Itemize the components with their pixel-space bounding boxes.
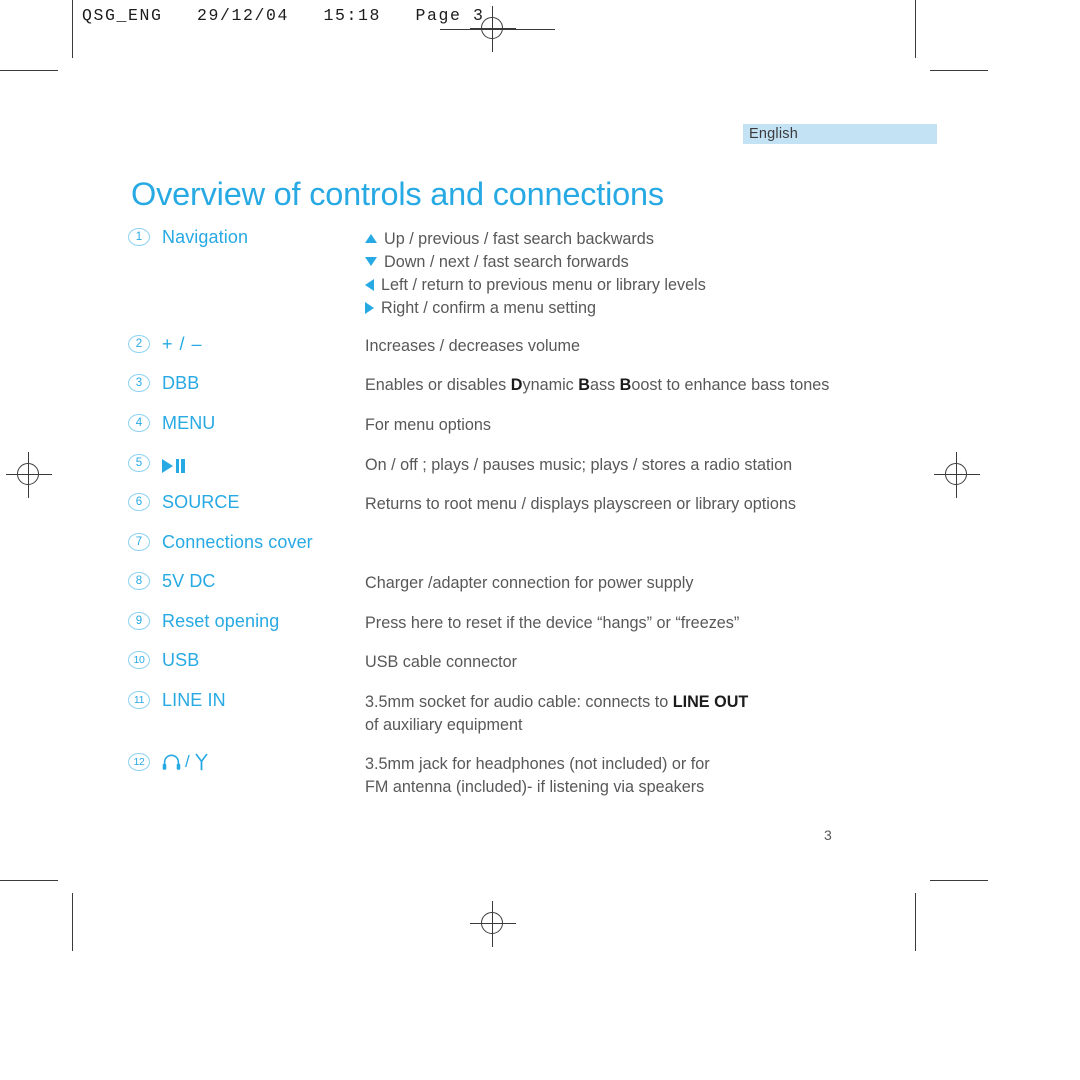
right-triangle-icon	[365, 301, 374, 314]
control-description: 3.5mm jack for headphones (not included)…	[365, 755, 710, 796]
language-badge: English	[743, 124, 937, 144]
control-number-badge: 5	[128, 454, 150, 472]
control-description: For menu options	[365, 416, 491, 434]
control-number-badge: 2	[128, 335, 150, 353]
control-description: Up / previous / fast search backwards Dow…	[365, 228, 706, 320]
control-label: Reset opening	[162, 611, 280, 631]
left-triangle-icon	[365, 278, 374, 291]
control-description: On / off ; plays / pauses music; plays /…	[365, 456, 793, 474]
page-number: 3	[824, 827, 832, 843]
control-description: 3.5mm socket for audio cable: connects t…	[365, 693, 749, 734]
headphone-icon	[162, 754, 181, 770]
control-label: Navigation	[162, 227, 249, 247]
control-label: USB	[162, 650, 200, 670]
control-label: MENU	[162, 413, 216, 433]
control-description: Enables or disables Dynamic Bass Boost t…	[365, 376, 830, 394]
control-glyph: /	[162, 751, 209, 772]
control-label: + / –	[162, 334, 203, 354]
glyph-separator: /	[185, 752, 190, 772]
play-pause-icon	[162, 455, 185, 476]
control-number-badge: 6	[128, 493, 150, 511]
down-triangle-icon	[365, 257, 377, 267]
control-description: Charger /adapter connection for power su…	[365, 574, 694, 592]
control-description: Returns to root menu / displays playscre…	[365, 495, 796, 513]
control-number-badge: 12	[128, 753, 150, 771]
control-number-badge: 3	[128, 374, 150, 392]
control-description: Press here to reset if the device “hangs…	[365, 614, 740, 632]
control-number-badge: 8	[128, 572, 150, 590]
control-label: DBB	[162, 373, 200, 393]
control-glyph	[162, 454, 185, 474]
antenna-icon	[195, 753, 208, 771]
control-number-badge: 9	[128, 612, 150, 630]
control-number-badge: 7	[128, 533, 150, 551]
control-number-badge: 1	[128, 228, 150, 246]
control-number-badge: 4	[128, 414, 150, 432]
control-description: Increases / decreases volume	[365, 337, 581, 355]
control-description: USB cable connector	[365, 653, 518, 671]
page-content: English Overview of controls and connect…	[0, 0, 1080, 1080]
page-title: Overview of controls and connections	[131, 175, 664, 212]
control-label: SOURCE	[162, 492, 240, 512]
control-label: Connections cover	[162, 532, 313, 552]
up-triangle-icon	[365, 234, 377, 244]
control-number-badge: 10	[128, 651, 150, 669]
control-number-badge: 11	[128, 691, 150, 709]
control-label: LINE IN	[162, 690, 226, 710]
control-label: 5V DC	[162, 571, 216, 591]
